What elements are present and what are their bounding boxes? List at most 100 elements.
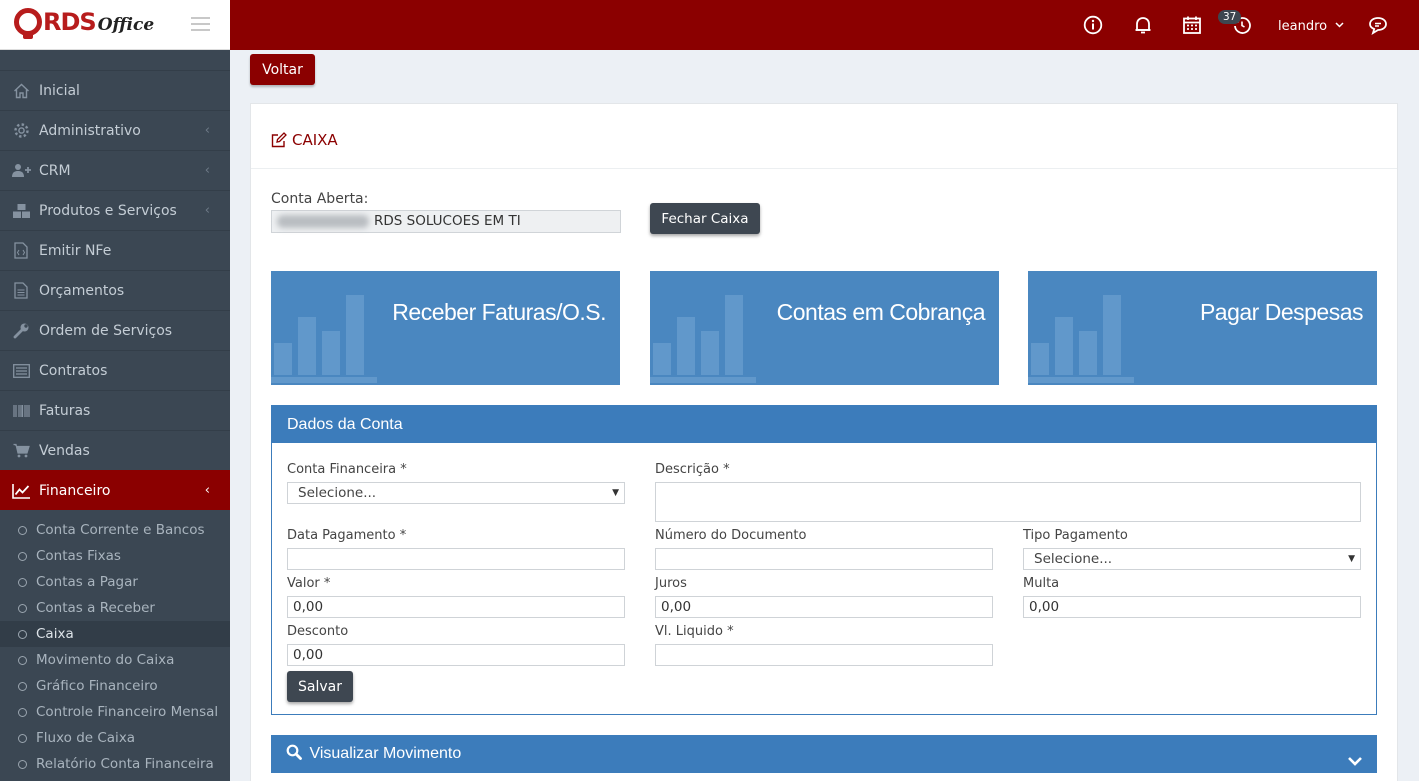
- data-pagamento-input[interactable]: [287, 548, 625, 570]
- descricao-textarea[interactable]: [655, 482, 1361, 522]
- sidebar-item-label: CRM: [39, 162, 71, 179]
- dropdown-arrow-icon: ▼: [612, 488, 619, 498]
- tile-receber-faturas[interactable]: Receber Faturas/O.S.: [271, 271, 620, 385]
- list-icon: [11, 362, 31, 380]
- cubes-icon: [11, 202, 31, 220]
- user-menu[interactable]: leandro: [1278, 17, 1344, 34]
- multa-input[interactable]: [1023, 596, 1361, 618]
- valor-input[interactable]: [287, 596, 625, 618]
- sidebar-item-label: Orçamentos: [39, 282, 125, 299]
- tile-contas-cobranca[interactable]: Contas em Cobrança: [650, 271, 999, 385]
- circle-icon: [18, 707, 27, 717]
- divider: [251, 168, 1397, 169]
- submenu-item-relatorio-conta[interactable]: Relatório Conta Financeira: [0, 751, 230, 777]
- sidebar-item-label: Contratos: [39, 362, 108, 379]
- chevron-left-icon: ‹: [204, 483, 210, 498]
- fechar-caixa-button[interactable]: Fechar Caixa: [650, 203, 760, 234]
- back-button[interactable]: Voltar: [250, 54, 315, 85]
- sidebar: RDS Office Inicial Administrativo ‹ CRM …: [0, 0, 230, 781]
- sidebar-item-contratos[interactable]: Contratos: [0, 350, 230, 390]
- submenu-item-caixa[interactable]: Caixa: [0, 621, 230, 647]
- visualizar-movimento-header[interactable]: Visualizar Movimento: [271, 735, 1377, 773]
- submenu-item-conta-corrente[interactable]: Conta Corrente e Bancos: [0, 517, 230, 543]
- conta-financeira-value: Selecione...: [298, 485, 377, 501]
- submenu-item-contas-pagar[interactable]: Contas a Pagar: [0, 569, 230, 595]
- page-title-text: CAIXA: [292, 131, 338, 149]
- juros-input[interactable]: [655, 596, 993, 618]
- submenu-item-movimento-caixa[interactable]: Movimento do Caixa: [0, 647, 230, 673]
- calendar-icon[interactable]: [1182, 15, 1202, 35]
- sidebar-item-label: Ordem de Serviços: [39, 322, 173, 339]
- circle-icon: [18, 551, 27, 561]
- menu-toggle-icon[interactable]: [191, 17, 210, 31]
- vl-liquido-input[interactable]: [655, 644, 993, 666]
- brand-logo[interactable]: RDS Office: [14, 8, 154, 39]
- conta-financeira-label: Conta Financeira *: [287, 462, 407, 477]
- sidebar-item-faturas[interactable]: Faturas: [0, 390, 230, 430]
- submenu-item-label: Fluxo de Caixa: [36, 730, 136, 746]
- desconto-input[interactable]: [287, 644, 625, 666]
- data-pagamento-label: Data Pagamento *: [287, 528, 407, 543]
- submenu-item-label: Controle Financeiro Mensal: [36, 704, 219, 720]
- dados-conta-box: Dados da Conta Conta Financeira * Seleci…: [271, 405, 1377, 715]
- juros-label: Juros: [655, 576, 687, 591]
- sidebar-item-administrativo[interactable]: Administrativo ‹: [0, 110, 230, 150]
- bar-chart-icon: [1028, 295, 1138, 385]
- submenu-item-label: Contas a Pagar: [36, 574, 138, 590]
- logo-ring-icon: [14, 8, 42, 39]
- chat-icon[interactable]: [1368, 15, 1388, 35]
- top-navbar: 37 leandro: [230, 0, 1419, 50]
- users-icon: [11, 162, 31, 180]
- submenu-item-grafico-financeiro[interactable]: Gráfico Financeiro: [0, 673, 230, 699]
- sidebar-item-label: Financeiro: [39, 482, 111, 499]
- sidebar-item-produtos[interactable]: Produtos e Serviços ‹: [0, 190, 230, 230]
- file-code-icon: [11, 242, 31, 260]
- circle-icon: [18, 759, 27, 769]
- numero-documento-label: Número do Documento: [655, 528, 807, 543]
- submenu-item-label: Movimento do Caixa: [36, 652, 175, 668]
- submenu-item-contas-receber[interactable]: Contas a Receber: [0, 595, 230, 621]
- sidebar-item-label: Vendas: [39, 442, 90, 459]
- sidebar-item-inicial[interactable]: Inicial: [0, 70, 230, 110]
- redacted-text: [277, 215, 369, 228]
- submenu-item-contas-fixas[interactable]: Contas Fixas: [0, 543, 230, 569]
- submenu-item-label: Contas Fixas: [36, 548, 121, 564]
- conta-aberta-label: Conta Aberta:: [271, 191, 369, 207]
- dropdown-arrow-icon: ▼: [1348, 554, 1355, 564]
- sidebar-item-financeiro[interactable]: Financeiro ‹: [0, 470, 230, 510]
- bell-icon[interactable]: [1133, 15, 1153, 35]
- chevron-left-icon: ‹: [204, 203, 210, 218]
- descricao-label: Descrição *: [655, 462, 730, 477]
- circle-icon: [18, 733, 27, 743]
- submenu-item-label: Relatório Conta Financeira: [36, 756, 214, 772]
- tipo-pagamento-value: Selecione...: [1034, 551, 1113, 567]
- sidebar-item-orcamentos[interactable]: Orçamentos: [0, 270, 230, 310]
- barcode-icon: [11, 402, 31, 420]
- multa-label: Multa: [1023, 576, 1060, 591]
- submenu-item-fluxo-caixa[interactable]: Fluxo de Caixa: [0, 725, 230, 751]
- tipo-pagamento-label: Tipo Pagamento: [1023, 528, 1128, 543]
- bar-chart-icon: [271, 295, 381, 385]
- chevron-down-icon[interactable]: [1347, 746, 1363, 766]
- sidebar-item-crm[interactable]: CRM ‹: [0, 150, 230, 190]
- salvar-button[interactable]: Salvar: [287, 671, 353, 702]
- wrench-icon: [11, 322, 31, 340]
- circle-icon: [18, 525, 27, 535]
- submenu-item-controle-mensal[interactable]: Controle Financeiro Mensal: [0, 699, 230, 725]
- sidebar-item-emitir-nfe[interactable]: Emitir NFe: [0, 230, 230, 270]
- home-icon: [11, 82, 31, 100]
- tipo-pagamento-select[interactable]: Selecione... ▼: [1023, 548, 1361, 570]
- tile-pagar-despesas[interactable]: Pagar Despesas: [1028, 271, 1377, 385]
- logo-text: RDS: [43, 8, 97, 36]
- circle-icon: [18, 577, 27, 587]
- logo-area: RDS Office: [0, 0, 230, 50]
- info-icon[interactable]: [1083, 15, 1103, 35]
- page-title: CAIXA: [271, 131, 338, 149]
- financeiro-submenu: Conta Corrente e Bancos Contas Fixas Con…: [0, 517, 230, 777]
- tile-label: Pagar Despesas: [1199, 299, 1364, 325]
- conta-financeira-select[interactable]: Selecione... ▼: [287, 482, 625, 504]
- sidebar-item-vendas[interactable]: Vendas: [0, 430, 230, 470]
- numero-documento-input[interactable]: [655, 548, 993, 570]
- conta-aberta-value: RDS SOLUCOES EM TI: [374, 213, 521, 229]
- sidebar-item-ordem-servicos[interactable]: Ordem de Serviços: [0, 310, 230, 350]
